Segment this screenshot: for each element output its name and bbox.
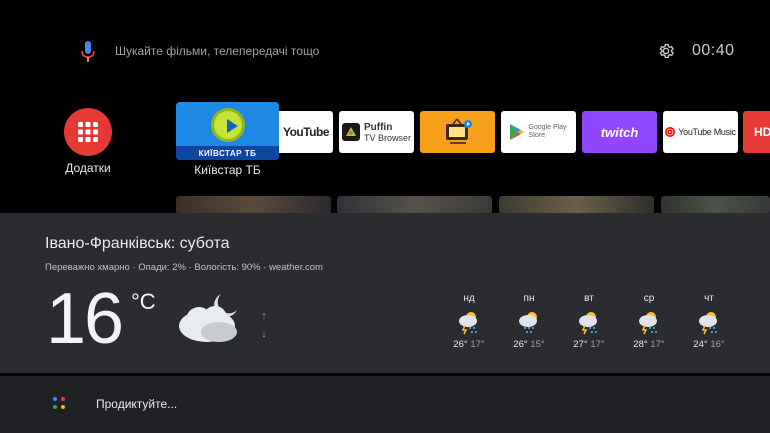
forecast-day: нд 26° 17° xyxy=(449,293,489,350)
forecast-day-label: нд xyxy=(463,293,475,304)
top-bar: Шукайте фільми, телепередачі тощо 00:40 xyxy=(0,0,770,100)
forecast-low: 17° xyxy=(470,339,485,350)
forecast-day-label: вт xyxy=(584,293,594,304)
partly-cloudy-night-icon xyxy=(179,294,237,342)
search-hint[interactable]: Шукайте фільми, телепередачі тощо xyxy=(115,44,319,58)
forecast-day: пн 26° 15° xyxy=(509,293,549,350)
forecast-high: 28° xyxy=(633,339,648,350)
kyivstar-logo-text: КИЇВСТАР ТБ xyxy=(198,149,257,158)
forecast-day-label: пн xyxy=(523,293,535,304)
apps-button[interactable] xyxy=(64,108,112,156)
preview-thumbnail[interactable] xyxy=(499,196,654,214)
google-play-icon xyxy=(510,124,525,140)
microphone-icon[interactable] xyxy=(80,41,96,63)
app-tile-kyivstar-tv[interactable]: КИЇВСТАР ТБ xyxy=(176,102,279,160)
app-tile-puffin-tv-browser[interactable]: Puffin TV Browser xyxy=(339,111,414,153)
puffin-title: Puffin xyxy=(363,121,393,133)
forecast-high: 26° xyxy=(453,339,468,350)
twitch-logo-text: twitch xyxy=(600,124,639,140)
google-assistant-icon xyxy=(53,397,67,411)
thunderstorm-rain-icon xyxy=(579,312,597,335)
youtube-music-icon xyxy=(665,127,676,137)
forecast-high: 27° xyxy=(573,339,588,350)
apps-label: Додатки xyxy=(65,161,111,175)
temperature-trend: ↑ ↓ xyxy=(259,307,269,343)
preview-thumbnail[interactable] xyxy=(337,196,492,214)
youtube-logo-text: YouTube xyxy=(282,125,330,139)
rain-sun-icon xyxy=(519,312,537,333)
tv-cast-icon xyxy=(445,118,472,144)
forecast-day-label: ср xyxy=(643,293,655,304)
puffin-logo-icon xyxy=(341,123,360,141)
thunderstorm-rain-icon xyxy=(639,312,657,335)
forecast-day-label: чт xyxy=(704,293,714,304)
arrow-up-icon: ↑ xyxy=(261,310,267,322)
gplay-subtitle: Store xyxy=(528,132,546,139)
app-tile-youtube-music[interactable]: YouTube Music xyxy=(663,111,738,153)
forecast-low: 17° xyxy=(590,339,605,350)
temperature-unit: °C xyxy=(131,289,156,314)
weather-title: Івано-Франківськ: субота xyxy=(45,235,230,252)
thunderstorm-rain-icon xyxy=(459,312,477,335)
forecast-high: 26° xyxy=(513,339,528,350)
puffin-subtitle: TV Browser xyxy=(363,132,411,143)
weather-panel: Івано-Франківськ: субота Переважно хмарн… xyxy=(0,213,770,373)
gplay-title: Google Play xyxy=(528,124,567,131)
settings-gear-icon[interactable] xyxy=(657,42,675,60)
forecast-low: 16° xyxy=(710,339,725,350)
assistant-prompt: Продиктуйте... xyxy=(96,397,178,411)
app-tile-google-play-store[interactable]: Google Play Store xyxy=(501,111,576,153)
forecast-day: вт 27° 17° xyxy=(569,293,609,350)
hd-logo-text: HD xyxy=(754,125,770,139)
forecast-high: 24° xyxy=(693,339,708,350)
forecast-low: 15° xyxy=(530,339,545,350)
arrow-down-icon: ↓ xyxy=(261,328,267,340)
thunderstorm-rain-icon xyxy=(699,312,717,335)
focused-app-title: Київстар ТБ xyxy=(194,163,261,177)
content-preview-row xyxy=(176,196,770,214)
apps-grid-icon xyxy=(78,122,98,142)
app-tile-youtube[interactable]: YouTube xyxy=(279,111,333,153)
preview-thumbnail[interactable] xyxy=(661,196,770,214)
weather-subtitle: Переважно хмарно · Опади: 2% · Вологість… xyxy=(45,262,323,273)
preview-thumbnail[interactable] xyxy=(176,196,331,214)
current-temperature: 16 xyxy=(46,279,124,359)
app-tile-video-caster[interactable] xyxy=(420,111,495,153)
app-tile-twitch[interactable]: twitch xyxy=(582,111,657,153)
youtube-music-label: YouTube Music xyxy=(678,127,736,137)
play-icon xyxy=(211,108,245,142)
forecast-low: 17° xyxy=(650,339,665,350)
forecast-day: чт 24° 16° xyxy=(689,293,729,350)
forecast-day: ср 28° 17° xyxy=(629,293,669,350)
clock: 00:40 xyxy=(692,42,735,59)
app-tile-hd[interactable]: HD xyxy=(743,111,770,153)
